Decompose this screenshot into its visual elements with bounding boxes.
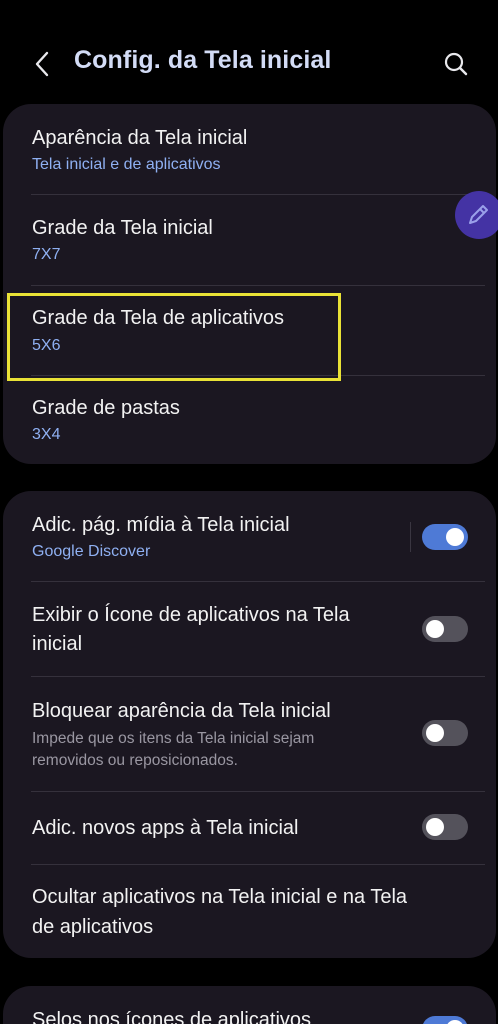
item-value: 3X4: [32, 426, 61, 443]
highlight-box: [7, 293, 341, 381]
lock-layout-toggle[interactable]: [422, 720, 468, 746]
media-page-toggle[interactable]: [422, 524, 468, 550]
item-label: Selos nos ícones de aplicativos: [32, 1009, 312, 1024]
pencil-icon: [469, 205, 488, 224]
item-label-line1: Ocultar aplicativos na Tela inicial e na…: [32, 886, 408, 908]
list-item-app-icon-badges[interactable]: Selos nos ícones de aplicativos: [3, 986, 496, 1024]
item-value: 7X7: [32, 246, 61, 263]
chevron-left-icon: [35, 51, 49, 77]
list-item-folder-grid[interactable]: Grade de pastas 3X4: [3, 376, 496, 464]
list-item-lock-layout[interactable]: Bloquear aparência da Tela inicial Imped…: [3, 677, 496, 791]
item-value: Google Discover: [32, 543, 151, 560]
item-label-line2: inicial: [32, 633, 83, 655]
grid-settings-card: Aparência da Tela inicial Tela inicial e…: [3, 104, 496, 464]
item-label-line2: de aplicativos: [32, 916, 154, 938]
badges-settings-card: Selos nos ícones de aplicativos: [3, 986, 496, 1024]
list-item-home-appearance[interactable]: Aparência da Tela inicial Tela inicial e…: [3, 104, 496, 194]
show-apps-icon-toggle[interactable]: [422, 616, 468, 642]
list-item-media-page[interactable]: Adic. pág. mídia à Tela inicial Google D…: [3, 491, 496, 581]
list-item-add-new-apps[interactable]: Adic. novos apps à Tela inicial: [3, 792, 496, 864]
item-value: Tela inicial e de aplicativos: [32, 156, 221, 173]
list-item-show-apps-icon[interactable]: Exibir o Ícone de aplicativos na Tela in…: [3, 582, 496, 676]
toggle-settings-card: Adic. pág. mídia à Tela inicial Google D…: [3, 491, 496, 958]
item-label-line1: Exibir o Ícone de aplicativos na Tela: [32, 604, 350, 626]
item-label: Grade da Tela inicial: [32, 217, 213, 239]
list-item-home-grid[interactable]: Grade da Tela inicial 7X7: [3, 195, 496, 285]
page-title: Config. da Tela inicial: [74, 46, 332, 74]
toggle-knob: [446, 528, 464, 546]
back-button[interactable]: [24, 44, 60, 84]
app-bar: Config. da Tela inicial: [0, 0, 498, 104]
toggle-knob: [426, 620, 444, 638]
item-label: Adic. novos apps à Tela inicial: [32, 817, 299, 839]
item-description-line2: removidos ou reposicionados.: [32, 752, 238, 769]
search-button[interactable]: [436, 46, 476, 82]
add-new-apps-toggle[interactable]: [422, 814, 468, 840]
toggle-knob: [426, 724, 444, 742]
list-item-hide-apps[interactable]: Ocultar aplicativos na Tela inicial e na…: [3, 865, 496, 958]
floating-edit-button[interactable]: [455, 191, 498, 239]
vertical-separator: [410, 522, 411, 552]
app-icon-badges-toggle[interactable]: [422, 1016, 468, 1024]
item-label: Adic. pág. mídia à Tela inicial: [32, 514, 290, 536]
item-label: Grade de pastas: [32, 397, 180, 419]
toggle-knob: [426, 818, 444, 836]
toggle-knob: [446, 1020, 464, 1024]
item-label: Bloquear aparência da Tela inicial: [32, 700, 331, 722]
item-description-line1: Impede que os itens da Tela inicial seja…: [32, 730, 315, 747]
item-label: Aparência da Tela inicial: [32, 127, 248, 149]
search-icon: [444, 52, 468, 76]
